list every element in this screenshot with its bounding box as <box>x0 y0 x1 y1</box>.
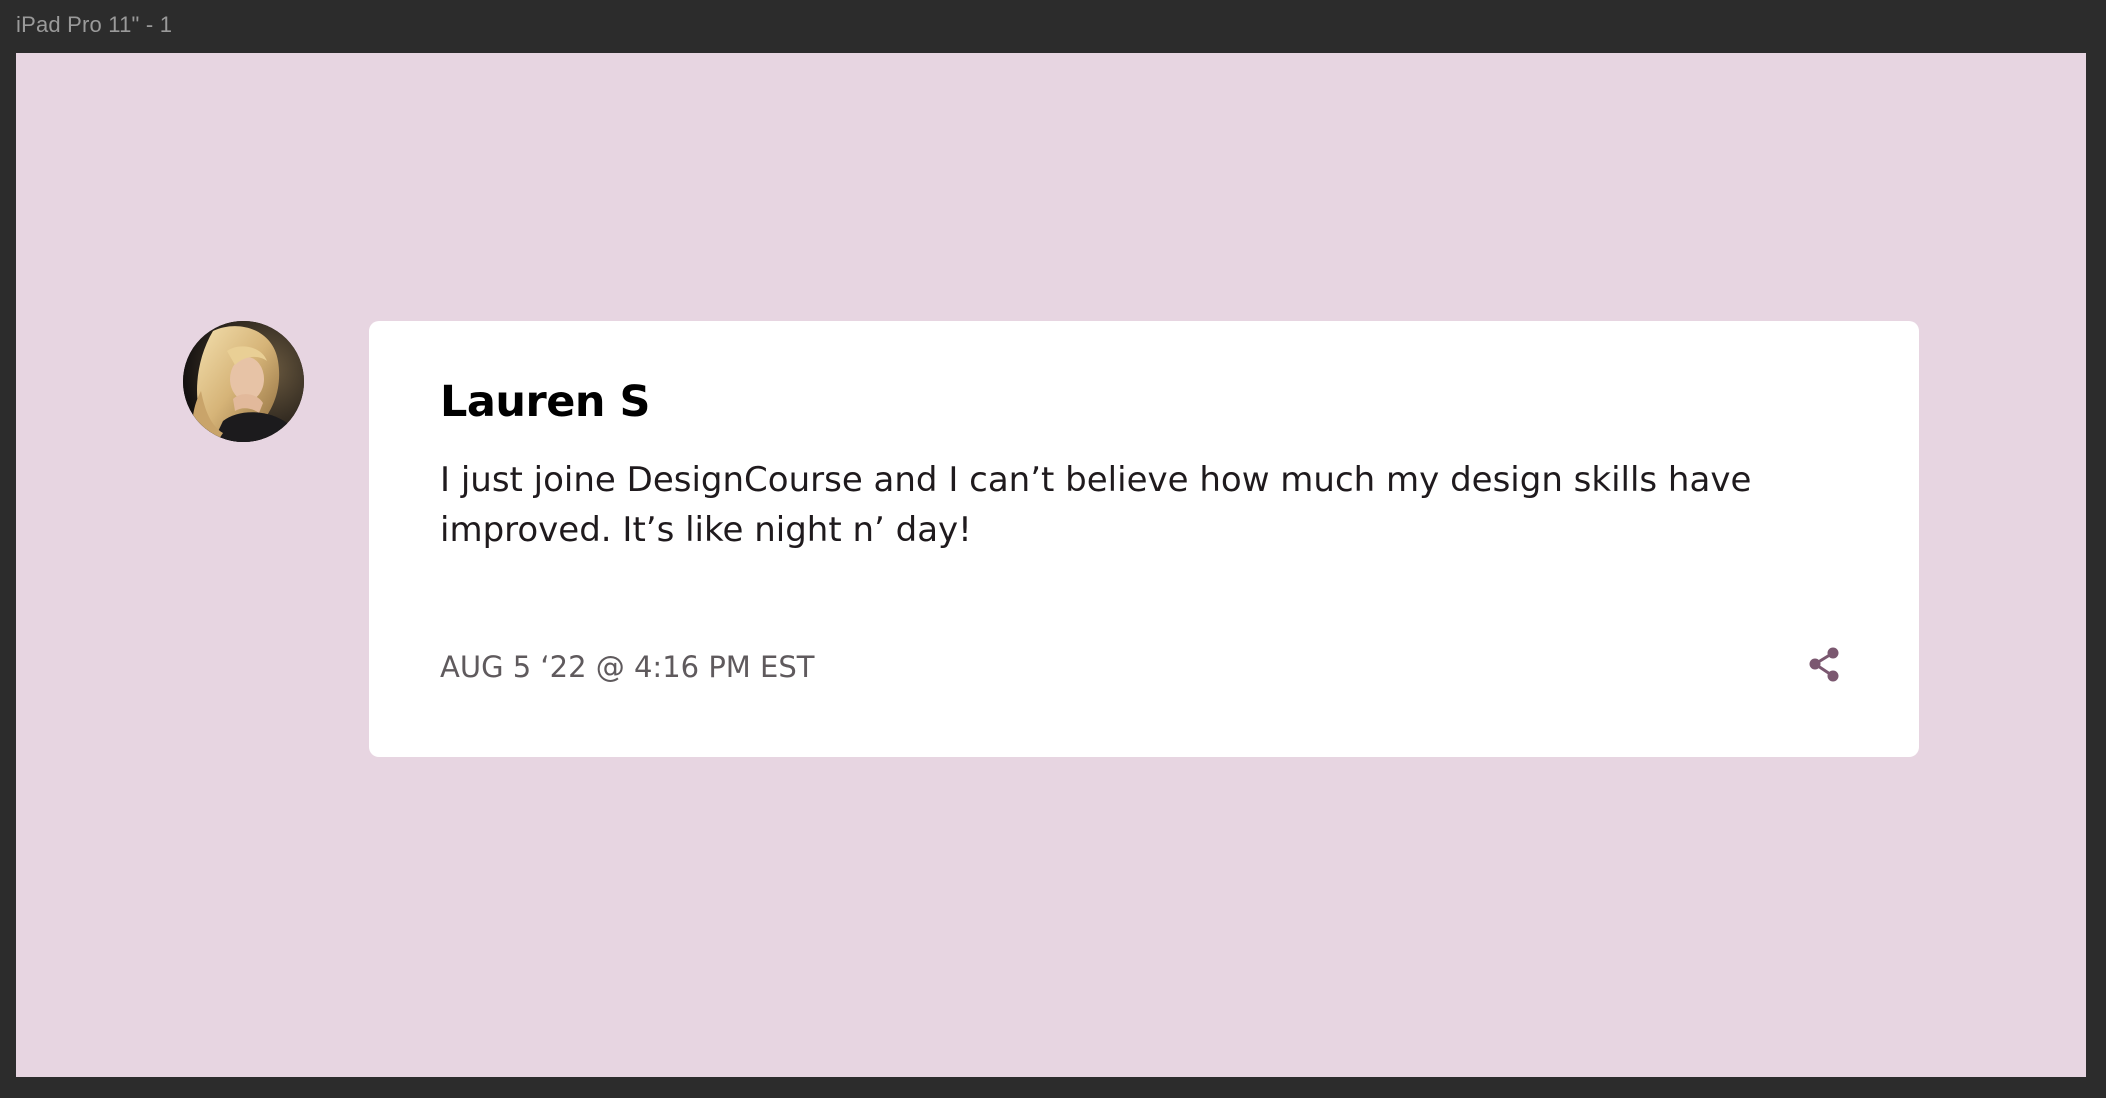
share-button[interactable] <box>1804 645 1844 685</box>
comment-message: I just joine DesignCourse and I can’t be… <box>440 460 1752 550</box>
frame-label: iPad Pro 11" - 1 <box>16 12 173 37</box>
design-canvas: Lauren S I just joine DesignCourse and I… <box>16 53 2086 1077</box>
comment-timestamp: AUG 5 ‘22 @ 4:16 PM EST <box>440 650 815 684</box>
avatar <box>183 321 304 442</box>
avatar-photo <box>183 321 304 442</box>
comment-card: Lauren S I just joine DesignCourse and I… <box>369 321 1919 757</box>
share-icon <box>1809 647 1839 682</box>
author-name: Lauren S <box>440 377 650 427</box>
